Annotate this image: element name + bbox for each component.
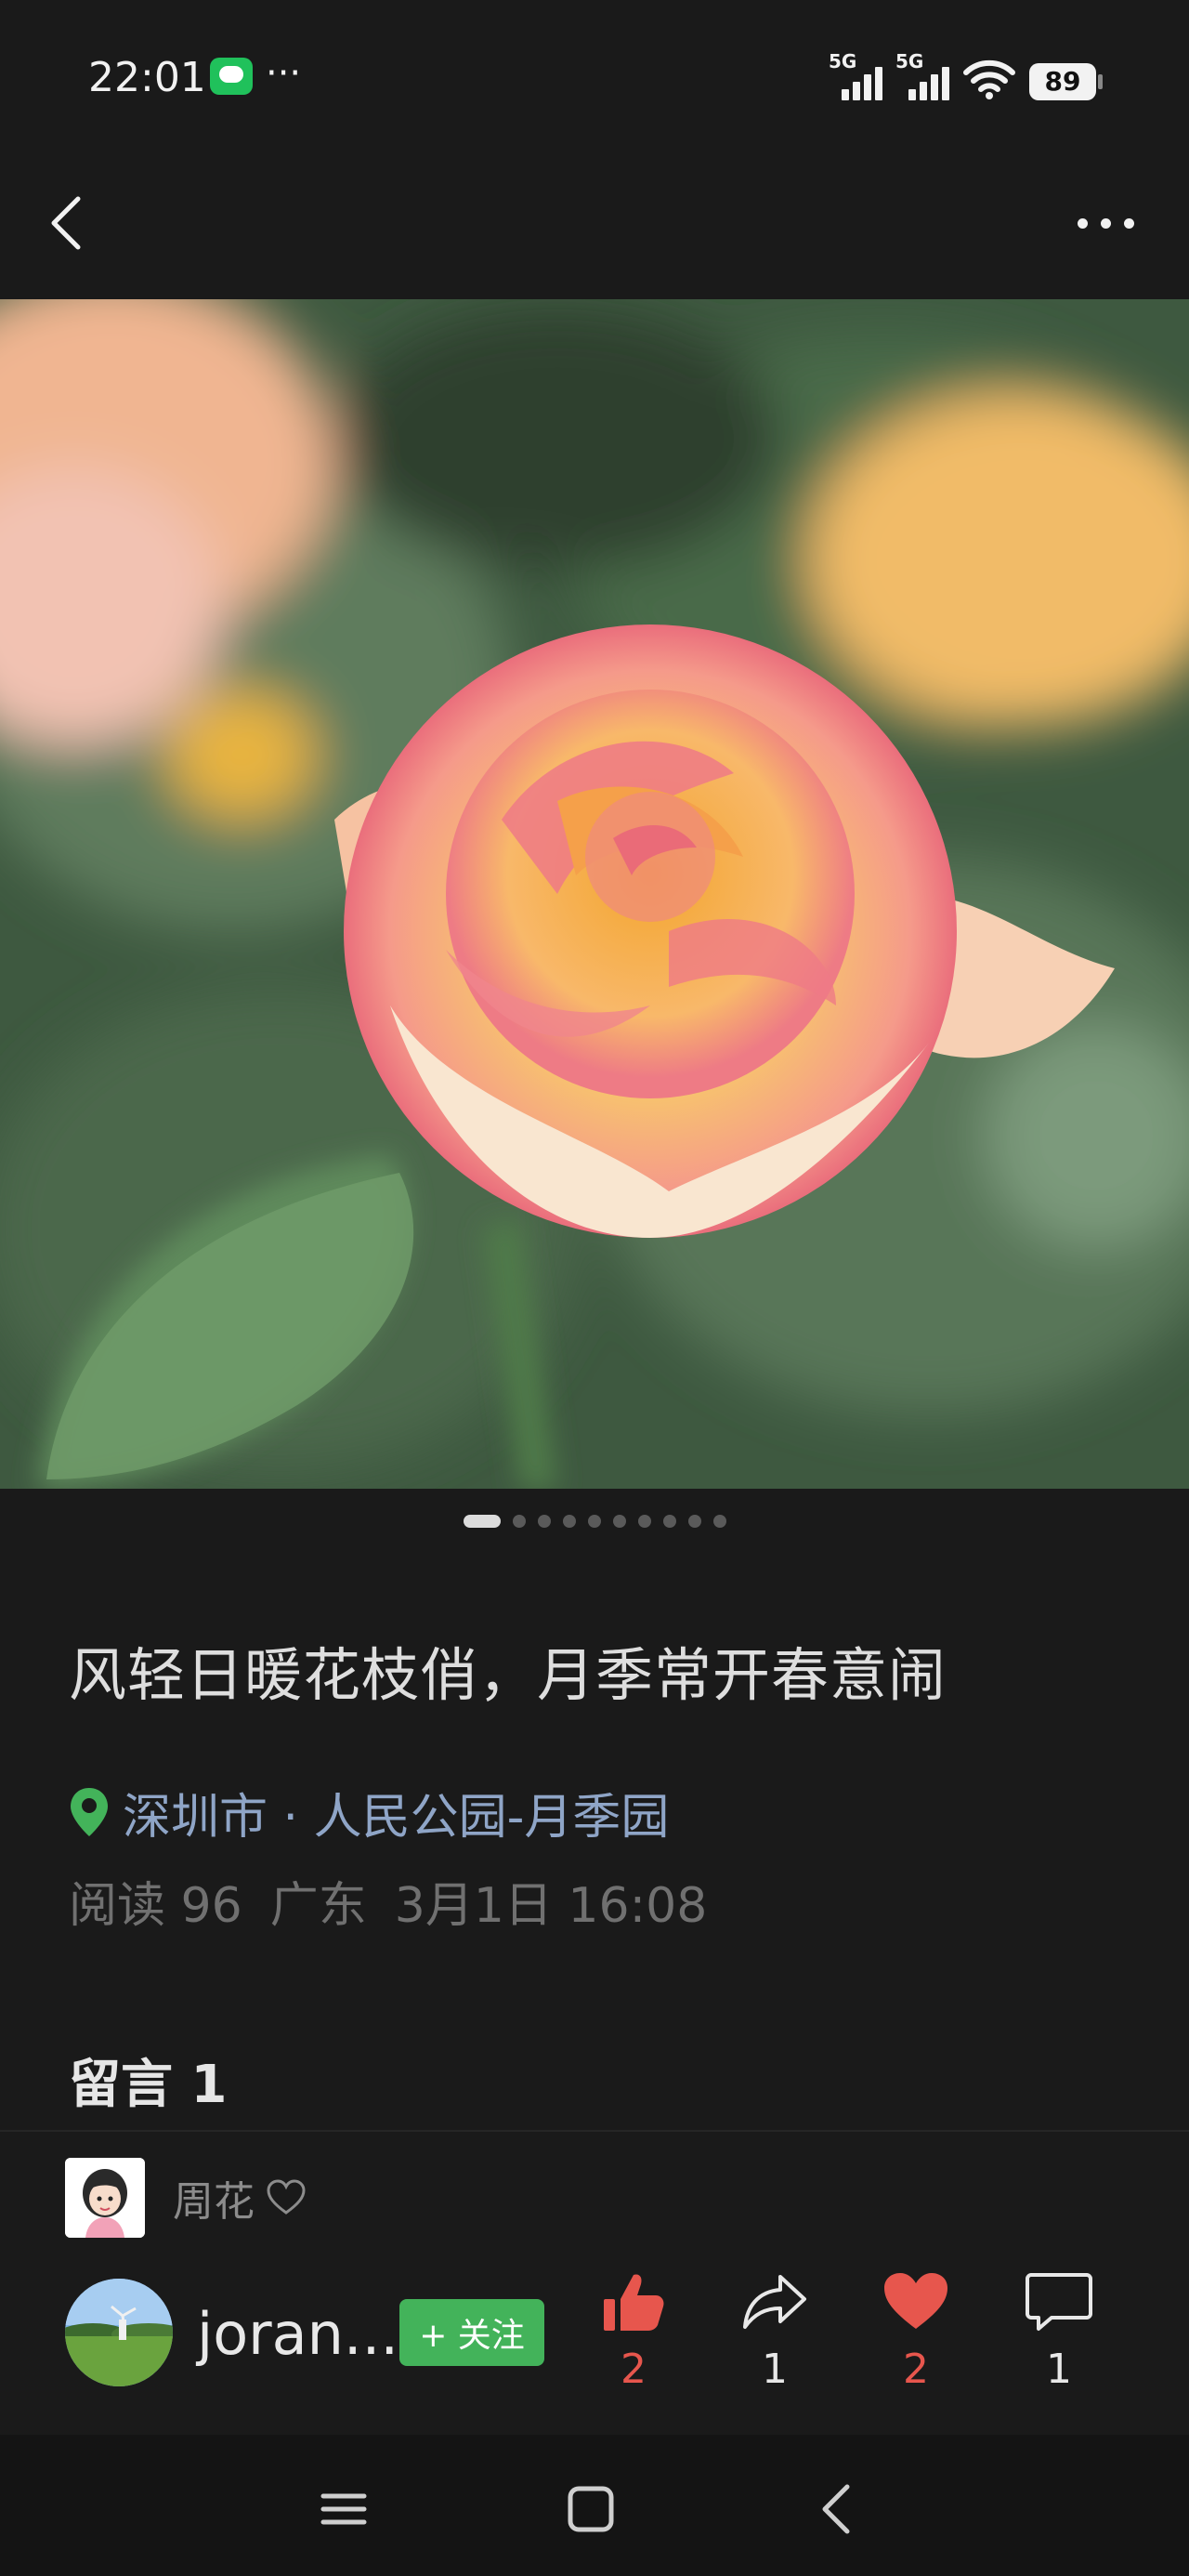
comment-icon xyxy=(1026,2273,1092,2331)
pager-dot xyxy=(687,1515,701,1528)
location-pin-icon xyxy=(71,1788,108,1836)
commenter-avatar[interactable] xyxy=(65,2158,145,2238)
pager-dot xyxy=(512,1515,526,1528)
author-avatar[interactable] xyxy=(65,2279,173,2386)
comment-count: 1 xyxy=(1046,2346,1072,2393)
pager-dot xyxy=(587,1515,601,1528)
post-datetime: 3月1日 16:08 xyxy=(394,1878,708,1934)
back-button[interactable] xyxy=(37,186,111,260)
pager-dot xyxy=(562,1515,576,1528)
top-navigation xyxy=(0,158,1189,297)
author-action-bar: joran... + 关注 2 1 2 1 xyxy=(0,2267,1189,2398)
pager-dot xyxy=(712,1515,726,1528)
post-region: 广东 xyxy=(269,1878,367,1934)
menu-button[interactable] xyxy=(307,2472,381,2546)
home-icon xyxy=(568,2486,614,2532)
pager-dot xyxy=(637,1515,651,1528)
back-icon xyxy=(822,2484,850,2534)
comments-heading: 留言 1 xyxy=(69,2055,228,2115)
share-button[interactable]: 1 xyxy=(719,2267,830,2398)
battery-icon: 89 xyxy=(1029,63,1103,100)
status-bar: 22:01 ··· 5G 5G 89 xyxy=(0,0,1189,158)
favorite-count: 2 xyxy=(903,2346,929,2393)
status-more-notifications: ··· xyxy=(266,52,302,95)
follow-button[interactable]: + 关注 xyxy=(399,2299,544,2366)
comment-button[interactable]: 1 xyxy=(1003,2267,1115,2398)
photo-pager xyxy=(0,1515,1189,1533)
post-title: 风轻日暖花枝俏，月季常开春意闹 xyxy=(69,1641,947,1709)
system-navigation-bar xyxy=(0,2435,1189,2576)
pager-dot xyxy=(662,1515,676,1528)
like-button[interactable]: 2 xyxy=(578,2267,689,2398)
status-time: 22:01 xyxy=(88,54,206,101)
location-text: 深圳市 · 人民公园-月季园 xyxy=(123,1789,670,1846)
signal-icon: 5G xyxy=(895,50,949,100)
more-horizontal-icon xyxy=(1077,217,1088,229)
comment-item[interactable]: 周花 xyxy=(65,2156,307,2240)
heart-icon xyxy=(884,2273,947,2329)
pager-dot xyxy=(612,1515,626,1528)
post-meta: 阅读 96 广东 3月1日 16:08 xyxy=(69,1866,707,1936)
author-name[interactable]: joran... xyxy=(197,2300,399,2368)
pager-dot xyxy=(537,1515,551,1528)
pager-dot-active xyxy=(463,1515,501,1528)
message-icon xyxy=(210,58,253,95)
status-indicators: 5G 5G 89 xyxy=(829,50,1103,100)
read-count-group: 阅读 96 xyxy=(69,1866,242,1936)
commenter-name: 周花 xyxy=(173,2178,255,2226)
share-count: 1 xyxy=(762,2346,788,2393)
more-options-button[interactable] xyxy=(1059,186,1152,260)
chevron-left-icon xyxy=(51,196,81,250)
post-detail-page: 22:01 ··· 5G 5G 89 风轻日暖花枝俏，月季常开春意闹 深圳市 ·… xyxy=(0,0,1189,2576)
read-label: 阅读 xyxy=(69,1878,166,1934)
post-location[interactable]: 深圳市 · 人民公园-月季园 xyxy=(69,1780,670,1846)
system-back-button[interactable] xyxy=(801,2472,875,2546)
wifi-icon xyxy=(963,59,1015,99)
heart-outline-icon xyxy=(267,2179,306,2215)
menu-icon xyxy=(320,2493,367,2525)
read-count: 96 xyxy=(180,1878,242,1934)
commenter-name-group: 周花 xyxy=(173,2168,307,2228)
signal-icon: 5G xyxy=(829,50,882,100)
post-photo[interactable] xyxy=(0,299,1189,1489)
like-count: 2 xyxy=(621,2346,647,2393)
home-button[interactable] xyxy=(554,2472,628,2546)
share-icon xyxy=(743,2275,806,2329)
favorite-button[interactable]: 2 xyxy=(860,2267,972,2398)
divider xyxy=(0,2130,1189,2132)
thumbs-up-icon xyxy=(604,2274,664,2331)
rose-image xyxy=(0,299,1189,1489)
